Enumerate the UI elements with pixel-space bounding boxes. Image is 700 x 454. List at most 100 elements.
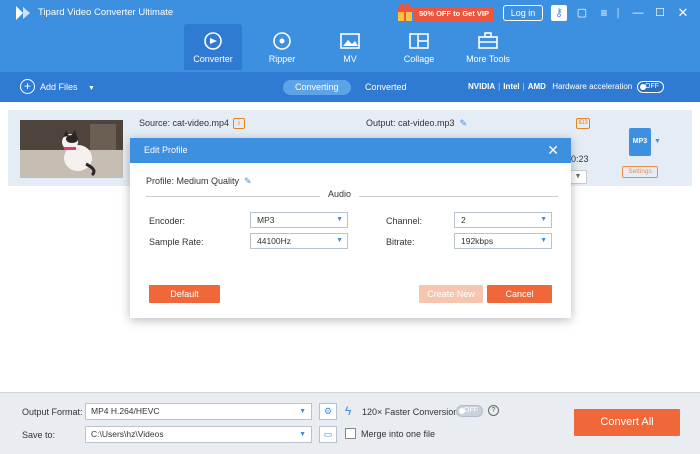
dialog-title: Edit Profile bbox=[144, 145, 188, 155]
hw-label: Hardware acceleration bbox=[552, 82, 633, 91]
chevron-down-icon: ▼ bbox=[540, 216, 547, 223]
app-logo-icon bbox=[16, 6, 30, 20]
section-label: Audio bbox=[320, 189, 360, 199]
sample-rate-label: Sample Rate: bbox=[149, 237, 204, 247]
tab-label: Converter bbox=[193, 54, 233, 64]
output-text: Output: cat-video.mp3 bbox=[366, 118, 455, 128]
output-format-label: Output Format: bbox=[22, 407, 83, 417]
sample-rate-value: 44100Hz bbox=[257, 236, 292, 246]
settings-button[interactable]: Settings bbox=[622, 166, 658, 178]
minimize-icon[interactable]: — bbox=[630, 5, 646, 21]
mp3-format-icon[interactable]: MP3 bbox=[629, 128, 651, 156]
chevron-down-icon: ▼ bbox=[299, 408, 306, 415]
plus-icon: + bbox=[20, 79, 35, 94]
key-icon[interactable]: ⚷ bbox=[551, 5, 567, 21]
info-icon[interactable]: i bbox=[233, 118, 246, 130]
save-to-select[interactable]: C:\Users\hz\Videos ▼ bbox=[85, 426, 312, 443]
intel-label: Intel bbox=[503, 82, 520, 91]
bitrate-label: Bitrate: bbox=[386, 237, 415, 247]
video-thumbnail[interactable] bbox=[20, 120, 123, 178]
cat-image bbox=[20, 120, 123, 178]
tab-converter[interactable]: Converter bbox=[184, 24, 242, 70]
vip-text: 50% OFF to Get VIP bbox=[414, 7, 495, 21]
mv-icon bbox=[340, 33, 360, 49]
vip-promo[interactable]: 50% OFF to Get VIP bbox=[396, 3, 498, 22]
add-files-button[interactable]: + Add Files ▼ bbox=[20, 79, 95, 95]
encoder-select[interactable]: MP3 ▼ bbox=[250, 212, 348, 228]
save-to-value: C:\Users\hz\Videos bbox=[91, 429, 164, 439]
title-bar: Tipard Video Converter Ultimate 50% OFF … bbox=[0, 0, 700, 72]
close-icon[interactable]: ✕ bbox=[675, 5, 691, 21]
chevron-down-icon[interactable]: ▼ bbox=[88, 85, 95, 92]
duration: 0:23 bbox=[571, 154, 589, 164]
chevron-down-icon[interactable]: ▼ bbox=[654, 138, 661, 145]
tab-collage[interactable]: Collage bbox=[390, 24, 448, 70]
chevron-down-icon: ▼ bbox=[540, 237, 547, 244]
chevron-down-icon: ▼ bbox=[299, 431, 306, 438]
edit-icon[interactable]: ✎ bbox=[244, 176, 252, 187]
profile-text: Profile: Medium Quality bbox=[146, 176, 240, 186]
source-text: Source: cat-video.mp4 bbox=[139, 118, 230, 128]
faster-conversion-label: 120× Faster Conversion bbox=[362, 407, 459, 417]
ripper-icon bbox=[273, 32, 291, 50]
gift-icon bbox=[397, 3, 413, 21]
close-icon[interactable]: ✕ bbox=[547, 138, 559, 163]
encoder-value: MP3 bbox=[257, 215, 275, 225]
app-title: Tipard Video Converter Ultimate bbox=[38, 7, 174, 18]
collage-icon bbox=[409, 33, 429, 49]
output-format-value: MP4 H.264/HEVC bbox=[91, 406, 160, 416]
create-new-button[interactable]: Create New bbox=[419, 285, 483, 303]
tab-label: More Tools bbox=[466, 54, 510, 64]
hw-acceleration-toggle[interactable]: OFF bbox=[637, 81, 664, 93]
bitrate-value: 192kbps bbox=[461, 236, 494, 246]
toggle-text: OFF bbox=[645, 83, 659, 90]
default-button[interactable]: Default bbox=[149, 285, 220, 303]
merge-label: Merge into one file bbox=[361, 429, 436, 439]
add-files-label: Add Files bbox=[40, 82, 78, 92]
chat-icon[interactable]: ▢ bbox=[574, 5, 590, 21]
dialog-header: Edit Profile ✕ bbox=[130, 138, 571, 163]
cancel-button[interactable]: Cancel bbox=[487, 285, 552, 303]
merge-checkbox[interactable] bbox=[345, 428, 356, 439]
amd-label: AMD bbox=[527, 82, 546, 91]
id3-tag-icon[interactable]: ID3 bbox=[576, 118, 590, 129]
menu-icon[interactable]: ≡ bbox=[596, 5, 612, 21]
toolbar: + Add Files ▼ Converting Converted NVIDI… bbox=[0, 72, 700, 102]
bitrate-select[interactable]: 192kbps ▼ bbox=[454, 233, 552, 249]
output-format-select[interactable]: MP4 H.264/HEVC ▼ bbox=[85, 403, 312, 420]
edit-profile-dialog: Edit Profile ✕ Profile: Medium Quality ✎ … bbox=[130, 138, 571, 318]
faster-conversion-toggle[interactable]: OFF bbox=[456, 405, 483, 417]
toggle-text: OFF bbox=[464, 407, 478, 414]
channel-label: Channel: bbox=[386, 216, 423, 226]
chevron-down-icon: ▼ bbox=[336, 237, 343, 244]
converter-icon bbox=[204, 32, 222, 50]
format-settings-icon[interactable]: ⚙ bbox=[319, 403, 337, 420]
source-file: Source: cat-video.mp4 i bbox=[139, 118, 246, 130]
tab-ripper[interactable]: Ripper bbox=[253, 24, 311, 70]
tab-more-tools[interactable]: More Tools bbox=[459, 24, 517, 70]
save-to-label: Save to: bbox=[22, 430, 56, 440]
tab-mv[interactable]: MV bbox=[321, 24, 379, 70]
open-folder-icon[interactable]: ▭ bbox=[319, 426, 337, 443]
tab-converting[interactable]: Converting bbox=[283, 80, 351, 95]
chevron-down-icon: ▼ bbox=[336, 216, 343, 223]
tab-converted[interactable]: Converted bbox=[353, 80, 419, 95]
nvidia-label: NVIDIA bbox=[468, 82, 496, 91]
profile-row: Profile: Medium Quality ✎ bbox=[146, 176, 252, 187]
edit-icon[interactable]: ✎ bbox=[460, 118, 468, 129]
tab-label: MV bbox=[343, 54, 357, 64]
channel-value: 2 bbox=[461, 215, 466, 225]
sample-rate-select[interactable]: 44100Hz ▼ bbox=[250, 233, 348, 249]
convert-all-button[interactable]: Convert All bbox=[574, 409, 680, 436]
audio-track-dropdown[interactable]: ▼ bbox=[569, 170, 587, 184]
encoder-label: Encoder: bbox=[149, 216, 186, 226]
channel-select[interactable]: 2 ▼ bbox=[454, 212, 552, 228]
tab-label: Collage bbox=[403, 54, 435, 64]
login-button[interactable]: Log in bbox=[503, 5, 543, 21]
separator: | bbox=[616, 7, 620, 19]
maximize-icon[interactable]: ☐ bbox=[652, 5, 668, 21]
toolbox-icon bbox=[478, 32, 498, 49]
lightning-icon: ϟ bbox=[345, 404, 352, 418]
help-icon[interactable]: ? bbox=[488, 405, 499, 416]
output-file: Output: cat-video.mp3 ✎ bbox=[366, 118, 467, 129]
